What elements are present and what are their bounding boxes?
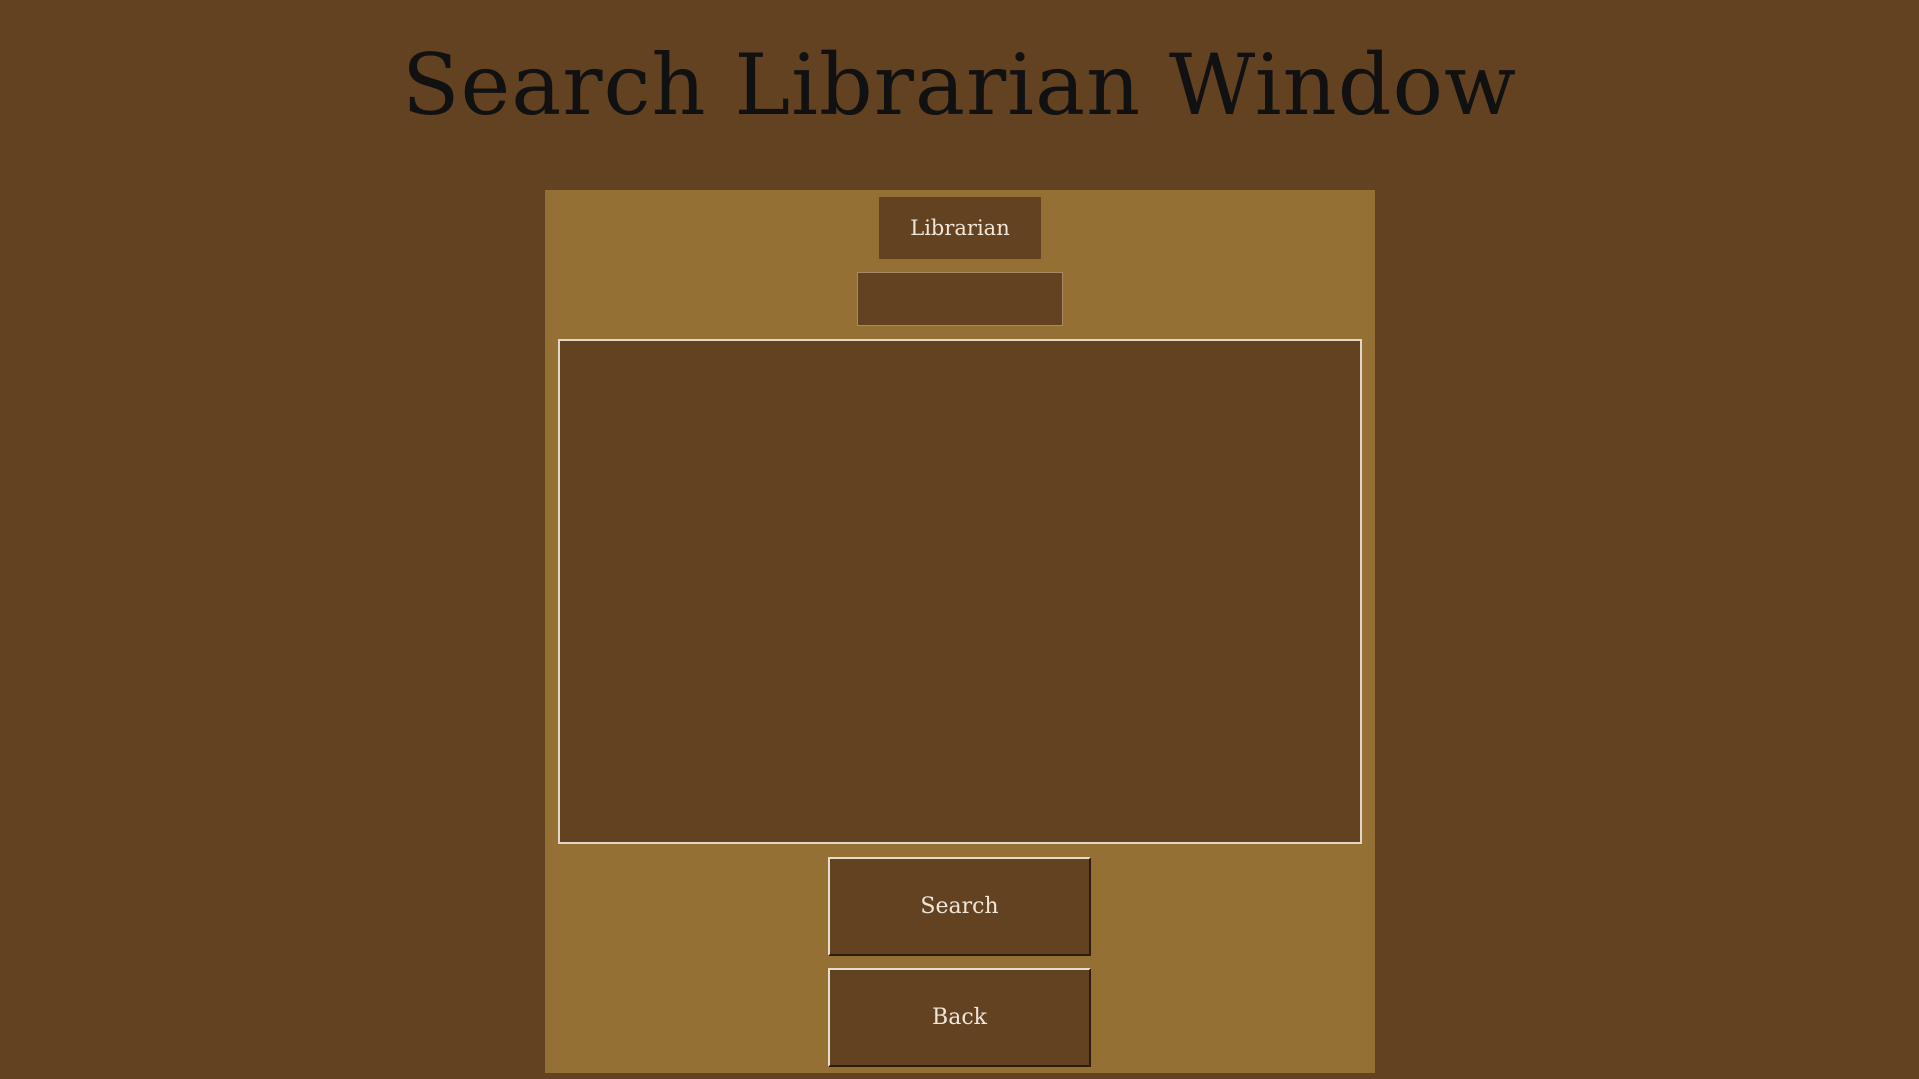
librarian-name-label: Librarian Name: bbox=[879, 197, 1041, 302]
search-librarian-window: Search Librarian Window Librarian Name: … bbox=[0, 0, 1919, 1079]
page-title: Search Librarian Window bbox=[402, 36, 1517, 134]
search-button[interactable]: Search bbox=[828, 857, 1091, 956]
search-panel: Librarian Name: Search Back bbox=[545, 190, 1375, 1073]
librarian-name-input[interactable] bbox=[857, 272, 1063, 326]
back-button[interactable]: Back bbox=[828, 968, 1091, 1067]
results-list[interactable] bbox=[558, 339, 1362, 844]
